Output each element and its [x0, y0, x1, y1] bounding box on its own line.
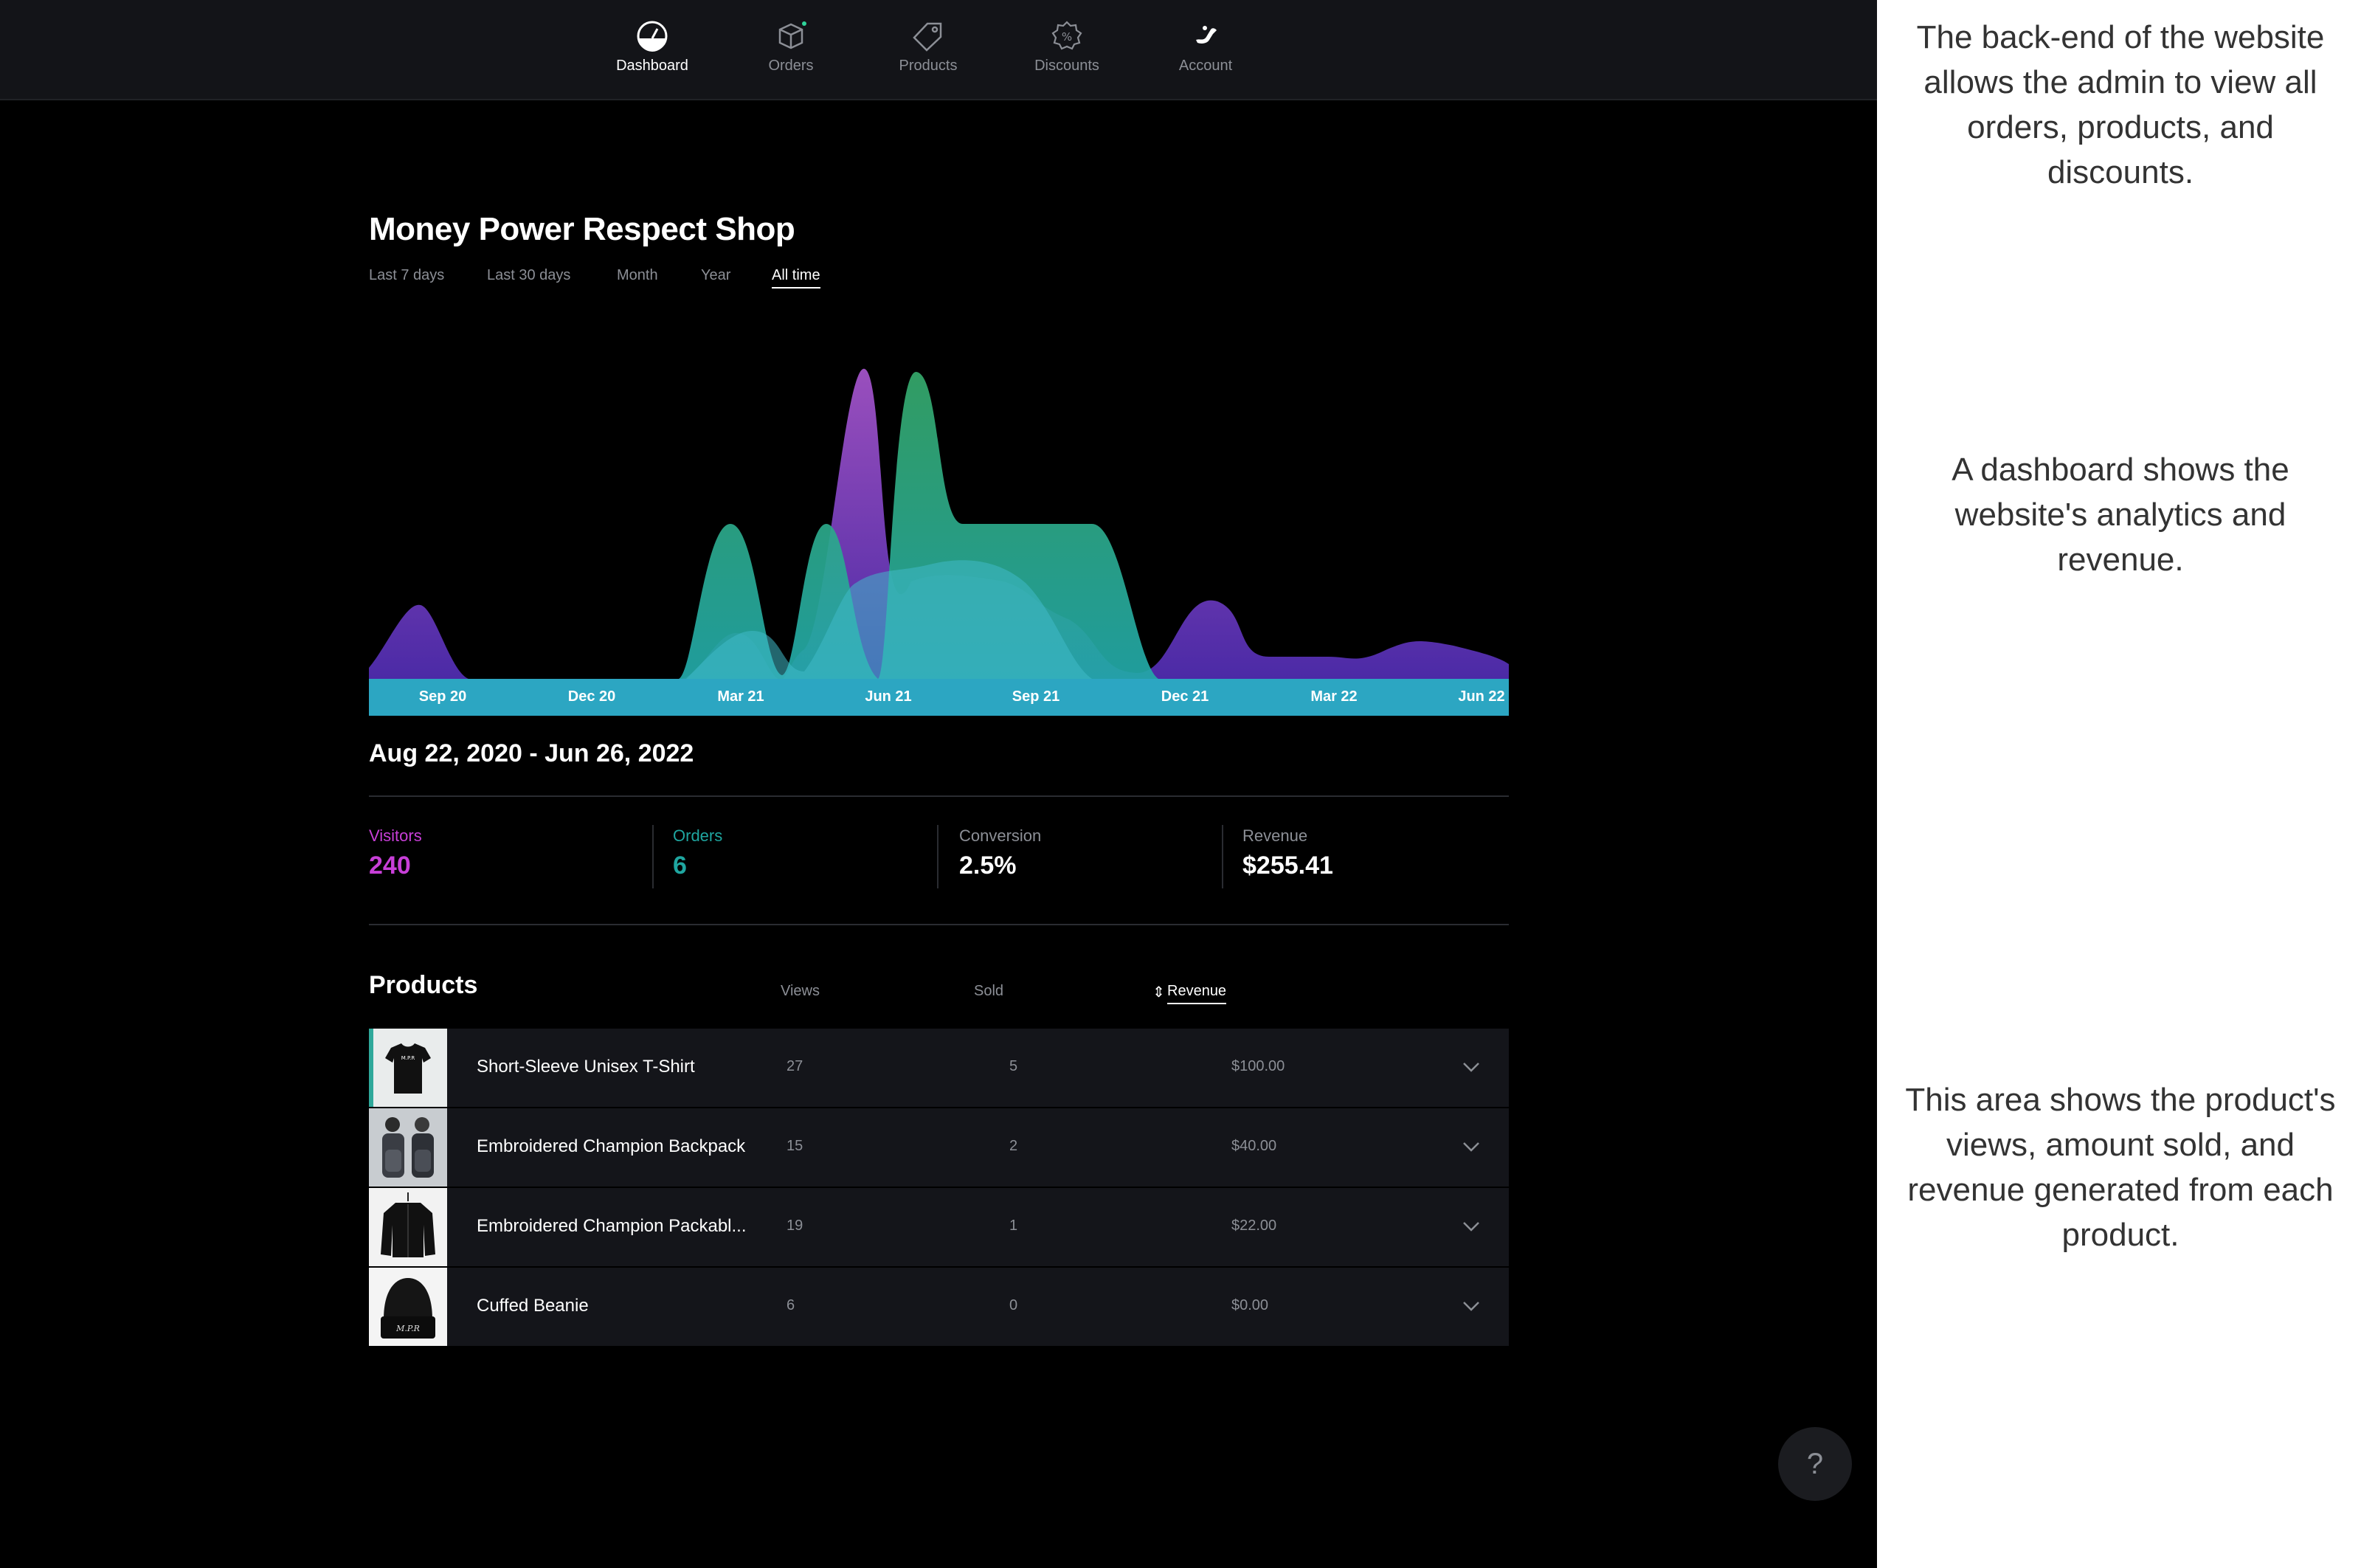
analytics-area-chart	[369, 368, 1509, 680]
annotation-backend: The back-end of the website allows the a…	[1916, 19, 2325, 190]
product-sold: 1	[1009, 1218, 1018, 1234]
x-tick: Dec 20	[567, 688, 616, 705]
stat-visitors: Visitors 240	[369, 826, 422, 893]
product-name: Embroidered Champion Backpack	[477, 1136, 746, 1156]
product-revenue: $40.00	[1231, 1138, 1277, 1154]
dashboard-gauge-icon	[637, 21, 668, 52]
product-revenue: $100.00	[1231, 1058, 1285, 1074]
annotation-products: This area shows the product's views, amo…	[1905, 1082, 2336, 1253]
divider	[369, 795, 1509, 797]
shop-title: Money Power Respect Shop	[369, 211, 795, 247]
table-row[interactable]: Embroidered Champion Packabl... 19 1 $22…	[369, 1188, 1509, 1268]
account-icon	[1196, 26, 1217, 44]
top-navigation: Dashboard Orders Products % Discounts Ac…	[0, 0, 1877, 100]
svg-text:M.P.R: M.P.R	[401, 1055, 415, 1061]
nav-dashboard-label: Dashboard	[616, 58, 688, 74]
range-last-7-days[interactable]: Last 7 days	[369, 267, 444, 284]
nav-orders[interactable]: Orders	[725, 0, 857, 99]
date-range-label: Aug 22, 2020 - Jun 26, 2022	[369, 739, 694, 767]
stat-divider	[1222, 825, 1223, 888]
product-thumbnail-backpack	[369, 1108, 447, 1187]
nav-products-label: Products	[899, 58, 958, 74]
x-tick: Dec 21	[1161, 688, 1209, 705]
stat-conversion: Conversion 2.5%	[959, 826, 1041, 893]
box-icon	[778, 21, 806, 49]
x-tick: Sep 21	[1012, 688, 1060, 705]
admin-app: Dashboard Orders Products % Discounts Ac…	[0, 0, 1877, 1568]
column-revenue[interactable]: Revenue	[1167, 983, 1227, 1004]
table-row[interactable]: M.P.R Short-Sleeve Unisex T-Shirt 27 5 $…	[369, 1029, 1509, 1108]
x-tick: Jun 22	[1458, 688, 1505, 705]
products-table: M.P.R Short-Sleeve Unisex T-Shirt 27 5 $…	[369, 1029, 1509, 1347]
stat-visitors-label: Visitors	[369, 826, 422, 845]
product-name: Cuffed Beanie	[477, 1296, 589, 1316]
stat-conversion-value: 2.5%	[959, 852, 1017, 880]
product-sold: 2	[1009, 1138, 1018, 1154]
help-button[interactable]: ?	[1778, 1427, 1852, 1501]
nav-orders-label: Orders	[768, 58, 814, 74]
range-year[interactable]: Year	[701, 267, 730, 284]
stat-revenue-value: $255.41	[1242, 852, 1333, 880]
stat-divider	[937, 825, 938, 888]
stat-visitors-value: 240	[369, 852, 411, 880]
stat-revenue-label: Revenue	[1242, 826, 1308, 845]
divider	[369, 924, 1509, 925]
range-month[interactable]: Month	[617, 267, 658, 284]
nav-discounts-label: Discounts	[1034, 58, 1099, 74]
product-name: Short-Sleeve Unisex T-Shirt	[477, 1057, 695, 1077]
product-thumbnail-beanie: M.P.R	[369, 1268, 447, 1346]
product-sold: 0	[1009, 1297, 1018, 1313]
column-sold[interactable]: Sold	[974, 983, 1003, 1000]
chevron-down-icon[interactable]	[1461, 1136, 1482, 1157]
range-all-time[interactable]: All time	[772, 267, 820, 289]
product-views: 19	[787, 1218, 803, 1234]
product-views: 15	[787, 1138, 803, 1154]
product-revenue: $22.00	[1231, 1218, 1277, 1234]
chevron-down-icon[interactable]	[1461, 1296, 1482, 1316]
chevron-down-icon[interactable]	[1461, 1216, 1482, 1237]
product-views: 27	[787, 1058, 803, 1074]
stat-conversion-label: Conversion	[959, 826, 1042, 845]
stat-revenue: Revenue $255.41	[1242, 826, 1333, 893]
stat-orders-value: 6	[673, 852, 687, 880]
product-views: 6	[787, 1297, 795, 1313]
table-row[interactable]: M.P.R Cuffed Beanie 6 0 $0.00	[369, 1268, 1509, 1347]
x-tick: Mar 22	[1310, 688, 1358, 705]
column-views[interactable]: Views	[781, 983, 820, 1000]
x-tick: Jun 21	[865, 688, 912, 705]
svg-text:%: %	[1062, 30, 1072, 44]
annotation-panel: The back-end of the website allows the a…	[1877, 0, 2361, 1568]
product-thumbnail-tshirt: M.P.R	[369, 1029, 447, 1107]
percent-badge-icon: %	[1051, 21, 1082, 50]
nav-discounts[interactable]: % Discounts	[1000, 0, 1133, 99]
stat-divider	[652, 825, 654, 888]
products-heading: Products	[369, 971, 478, 999]
tag-icon	[913, 22, 942, 52]
svg-text:M.P.R: M.P.R	[395, 1324, 420, 1333]
x-tick: Sep 20	[418, 688, 467, 705]
chart-x-axis: Sep 20 Dec 20 Mar 21 Jun 21 Sep 21 Dec 2…	[369, 679, 1509, 716]
range-last-30-days[interactable]: Last 30 days	[487, 267, 570, 284]
table-row[interactable]: Embroidered Champion Backpack 15 2 $40.0…	[369, 1108, 1509, 1188]
product-revenue: $0.00	[1231, 1297, 1269, 1313]
x-tick: Mar 21	[717, 688, 764, 705]
nav-dashboard[interactable]: Dashboard	[586, 0, 719, 99]
nav-account[interactable]: Account	[1139, 0, 1272, 99]
sort-icon[interactable]: ⇕	[1152, 983, 1165, 1001]
nav-products[interactable]: Products	[862, 0, 995, 99]
stat-orders: Orders 6	[673, 826, 722, 893]
product-thumbnail-jacket	[369, 1188, 447, 1266]
product-name: Embroidered Champion Packabl...	[477, 1216, 747, 1236]
chevron-down-icon[interactable]	[1461, 1057, 1482, 1077]
annotation-dashboard: A dashboard shows the website's analytic…	[1952, 452, 2289, 578]
nav-account-label: Account	[1178, 58, 1233, 74]
stat-orders-label: Orders	[673, 826, 723, 845]
product-sold: 5	[1009, 1058, 1018, 1074]
